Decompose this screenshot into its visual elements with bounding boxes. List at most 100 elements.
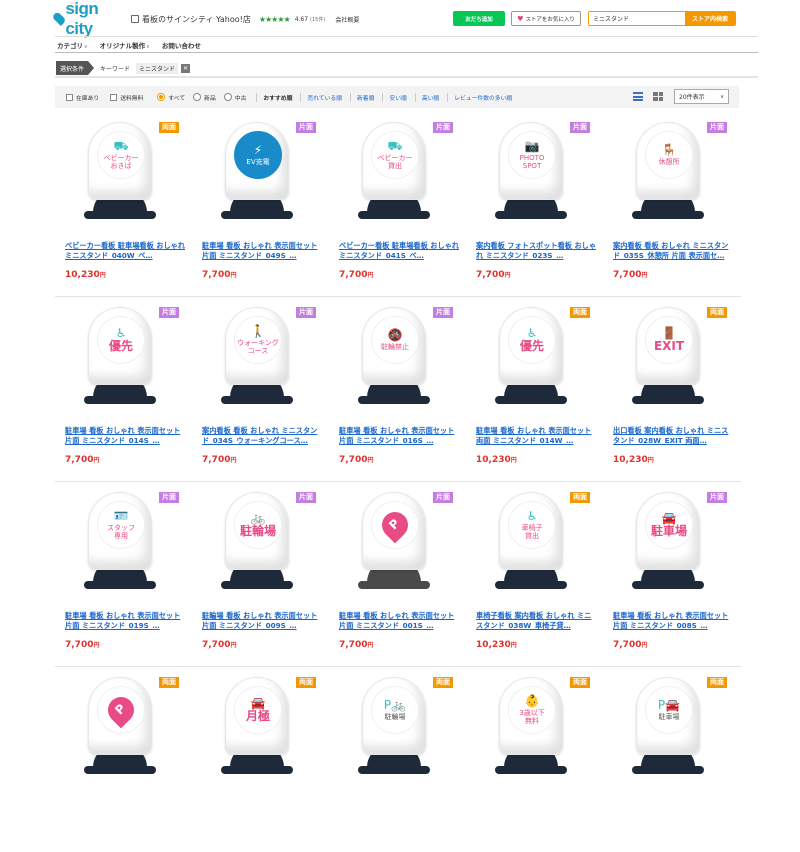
product-image[interactable]: 両面 P🚘 駐車場 [613, 673, 729, 783]
line-add-friend-button[interactable]: 友だち追加 [453, 11, 505, 26]
product-image[interactable]: 片面 🚶 ウォーキング コース [202, 303, 318, 413]
product-title-link[interactable]: 駐車場 看板 おしゃれ 表示面セット 片面 ミニスタンド_014S_… [65, 426, 187, 446]
product-image[interactable]: 両面 🚪 EXIT [613, 303, 729, 413]
company-info-link[interactable]: 会社概要 [335, 15, 359, 24]
product-image[interactable]: 両面 P🚲 駐輪場 [339, 673, 455, 783]
product-title-link[interactable]: 駐車場 看板 おしゃれ 表示面セット 片面 ミニスタンド_049S_… [202, 241, 324, 261]
product-card[interactable]: 両面 ♿ 車椅子 貸出車椅子看板 案内看板 おしゃれ ミニスタンド_038W_車椅子… [466, 482, 603, 666]
product-title-link[interactable]: 駐車場 看板 おしゃれ 表示面セット 片面 ミニスタンド_008S_… [613, 611, 735, 631]
product-card[interactable]: 両面 🚪 EXIT 出口看板 案内看板 おしゃれ ミニスタンド_028W_EXIT 両… [603, 297, 740, 481]
product-image[interactable]: 両面 ♿ 車椅子 貸出 [476, 488, 592, 598]
product-image[interactable]: 片面 ⛟ ベビーカー 貸出 [339, 118, 455, 228]
product-card[interactable]: 片面 🪑 休憩所案内看板 看板 おしゃれ ミニスタンド_035S_休憩所 片面 表示… [603, 112, 740, 296]
close-icon[interactable]: ✕ [181, 63, 191, 73]
per-page-select[interactable]: 20件表示 ∨ [674, 89, 729, 104]
product-card[interactable]: 両面 🚘 月極 [192, 667, 329, 852]
nav-category[interactable]: カテゴリ∨ [55, 40, 88, 50]
product-title-link[interactable]: 駐車場 看板 おしゃれ 表示面セット 片面 ミニスタンド_001S_… [339, 611, 461, 631]
sort-most-reviews[interactable]: レビュー件数の多い順 [447, 92, 512, 102]
product-image[interactable]: 片面 🪪 スタッフ 専用 [65, 488, 181, 598]
product-card[interactable]: 両面 P🚘 駐車場 [603, 667, 740, 852]
child-icon: 👶 [524, 694, 540, 709]
product-title-link[interactable] [613, 796, 735, 816]
product-card[interactable]: 片面 🚲 駐輪場駐輪場 看板 おしゃれ 表示面セット 片面 ミニスタンド_009S_… [192, 482, 329, 666]
favorite-store-button[interactable]: ♥ ストアをお気に入り [511, 11, 581, 26]
condition-all-radio[interactable]: すべて [157, 93, 185, 102]
price-unit: 円 [230, 457, 237, 464]
price-value: 7,700 [476, 270, 505, 280]
product-title-link[interactable]: ベビーカー看板 駐車場看板 おしゃれ ミニスタンド_040W_ベ… [65, 241, 187, 261]
product-title-link[interactable]: 案内看板 フォトスポット看板 おしゃれ ミニスタンド_023S_… [476, 241, 598, 261]
rating-value: 4.67 [294, 15, 309, 23]
price-unit: 円 [510, 457, 517, 464]
product-image[interactable]: 片面 🪑 休憩所 [613, 118, 729, 228]
product-card[interactable]: 片面 🚶 ウォーキング コース案内看板 看板 おしゃれ ミニスタンド_034S_ウォ… [192, 297, 329, 481]
product-title-link[interactable]: 案内看板 看板 おしゃれ ミニスタンド_035S_休憩所 片面 表示面セ… [613, 241, 735, 261]
condition-used-radio[interactable]: 中古 [223, 93, 246, 102]
list-view-icon[interactable] [633, 92, 643, 101]
sign-text: スタッフ 専用 [107, 523, 135, 540]
product-card[interactable]: 片面 🚘 駐車場駐車場 看板 おしゃれ 表示面セット 片面 ミニスタンド_008S_… [603, 482, 740, 666]
product-title-link[interactable]: ベビーカー看板 駐車場看板 おしゃれ ミニスタンド_041S_ベ… [339, 241, 461, 261]
side-badge: 両面 [159, 122, 179, 133]
product-image[interactable]: 片面 ⚡ EV充電 [202, 118, 318, 228]
store-search-button[interactable]: ストア内検索 [685, 12, 735, 25]
product-title-link[interactable]: 出口看板 案内看板 おしゃれ ミニスタンド_028W_EXIT 両面… [613, 426, 735, 446]
product-card[interactable]: 両面 P🚲 駐輪場 [329, 667, 466, 852]
grid-view-icon[interactable] [653, 92, 663, 101]
store-search-input[interactable] [589, 12, 685, 25]
nav-original[interactable]: オリジナル製作∨ [98, 40, 150, 50]
product-image[interactable]: 片面 🚳 駐輪禁止 [339, 303, 455, 413]
product-card[interactable]: 両面 ♿ 優先駐車場 看板 おしゃれ 表示面セット 両面 ミニスタンド_014W_…… [466, 297, 603, 481]
staff-icon: 🪪 [113, 509, 129, 524]
price-unit: 円 [93, 642, 100, 649]
product-image[interactable]: 片面 📷 PHOTO SPOT [476, 118, 592, 228]
sort-price-low[interactable]: 安い順 [382, 92, 407, 102]
product-card[interactable]: 両面 ⛟ ベビーカー おきばベビーカー看板 駐車場看板 おしゃれ ミニスタンド_04… [55, 112, 192, 296]
store-name[interactable]: 看板のサインシティ Yahoo!店 [131, 14, 251, 25]
sign-face: 🪪 スタッフ 専用 [97, 501, 145, 549]
review-count-link[interactable]: (15件) [310, 16, 325, 23]
product-card[interactable]: 片面 🚳 駐輪禁止駐車場 看板 おしゃれ 表示面セット 片面 ミニスタンド_016S… [329, 297, 466, 481]
nav-contact[interactable]: お問い合わせ [160, 40, 201, 50]
product-card[interactable]: 片面 ♿ 優先駐車場 看板 おしゃれ 表示面セット 片面 ミニスタンド_014S_…… [55, 297, 192, 481]
product-card[interactable]: 片面 🪪 スタッフ 専用駐車場 看板 おしゃれ 表示面セット 片面 ミニスタンド_0… [55, 482, 192, 666]
product-title-link[interactable]: 駐車場 看板 おしゃれ 表示面セット 片面 ミニスタンド_016S_… [339, 426, 461, 446]
product-card[interactable]: 片面 ⛟ ベビーカー 貸出ベビーカー看板 駐車場看板 おしゃれ ミニスタンド_041… [329, 112, 466, 296]
product-title-link[interactable]: 駐輪場 看板 おしゃれ 表示面セット 片面 ミニスタンド_009S_… [202, 611, 324, 631]
store-logo[interactable]: sign city [51, 0, 125, 39]
product-image[interactable]: 両面 👶 3歳以下 無料 [476, 673, 592, 783]
product-title-link[interactable] [339, 796, 461, 816]
sort-best-selling[interactable]: 売れている順 [300, 92, 342, 102]
product-image[interactable]: 片面 P [339, 488, 455, 598]
product-image[interactable]: 片面 🚲 駐輪場 [202, 488, 318, 598]
sort-newest[interactable]: 新着順 [350, 92, 374, 102]
product-image[interactable]: 両面 ⛟ ベビーカー おきば [65, 118, 181, 228]
product-title-link[interactable] [476, 796, 598, 816]
product-card[interactable]: 両面 P [55, 667, 192, 852]
product-card[interactable]: 両面 👶 3歳以下 無料 [466, 667, 603, 852]
product-card[interactable]: 片面 P 駐車場 看板 おしゃれ 表示面セット 片面 ミニスタンド_001S_… 7,… [329, 482, 466, 666]
product-title-link[interactable]: 案内看板 看板 おしゃれ ミニスタンド_034S_ウォーキングコース… [202, 426, 324, 446]
sort-recommended[interactable]: おすすめ順 [256, 92, 292, 102]
product-image[interactable]: 片面 🚘 駐車場 [613, 488, 729, 598]
product-image[interactable]: 両面 ♿ 優先 [476, 303, 592, 413]
free-shipping-checkbox[interactable]: 送料無料 [110, 93, 143, 102]
sort-price-high[interactable]: 高い順 [414, 92, 439, 102]
stand-foot [84, 396, 156, 404]
product-title-link[interactable]: 駐車場 看板 おしゃれ 表示面セット 両面 ミニスタンド_014W_… [476, 426, 598, 446]
product-title-link[interactable] [65, 796, 187, 816]
product-title-link[interactable]: 駐車場 看板 おしゃれ 表示面セット 片面 ミニスタンド_019S_… [65, 611, 187, 631]
product-title-link[interactable] [202, 796, 324, 816]
product-card[interactable]: 片面 📷 PHOTO SPOT 案内看板 フォトスポット看板 おしゃれ ミニスタンド_… [466, 112, 603, 296]
sign-panel: ♿ 優先 [88, 307, 152, 385]
bicycle-parking-icon: P🚲 [383, 698, 407, 713]
product-card[interactable]: 片面 ⚡ EV充電駐車場 看板 おしゃれ 表示面セット 片面 ミニスタンド_049S… [192, 112, 329, 296]
product-image[interactable]: 両面 P [65, 673, 181, 783]
product-image[interactable]: 両面 🚘 月極 [202, 673, 318, 783]
car-parking-icon: P🚘 [657, 698, 681, 713]
product-title-link[interactable]: 車椅子看板 案内看板 おしゃれ ミニスタンド_038W_車椅子貸… [476, 611, 598, 631]
in-stock-checkbox[interactable]: 在庫あり [66, 93, 99, 102]
condition-new-radio[interactable]: 新品 [193, 93, 216, 102]
product-image[interactable]: 片面 ♿ 優先 [65, 303, 181, 413]
